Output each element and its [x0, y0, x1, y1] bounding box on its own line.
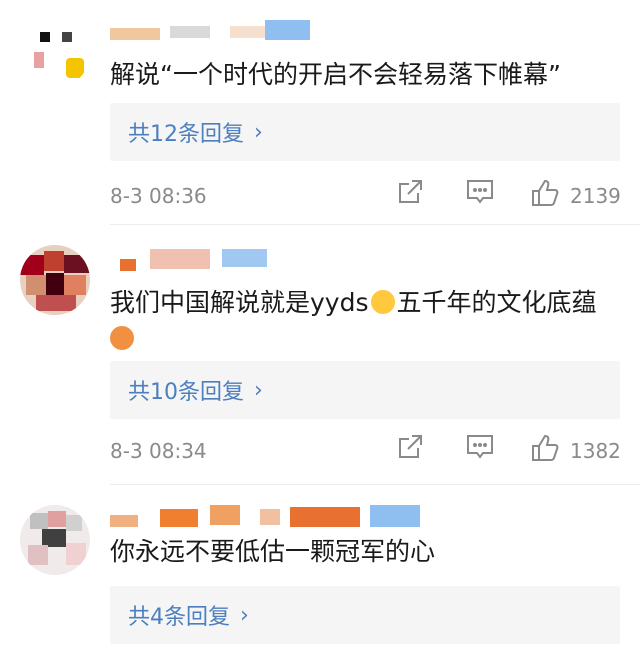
comment-text-part: 我们中国解说就是yyds [110, 288, 369, 317]
comment-meta: 8-3 08:34 1382 [110, 431, 621, 471]
share-icon[interactable] [396, 178, 424, 210]
view-replies-button[interactable]: 共10条回复 › [110, 361, 620, 419]
view-replies-button[interactable]: 共12条回复 › [110, 103, 620, 161]
chevron-right-icon: › [240, 602, 249, 628]
timestamp: 8-3 08:36 [110, 184, 207, 208]
comment-item: 你永远不要低估一颗冠军的心 共4条回复 › [0, 485, 640, 657]
comment-item: 解说“一个时代的开启不会轻易落下帷幕” 共12条回复 › 8-3 08:36 2… [0, 0, 640, 225]
laughing-face-emoji-icon [110, 326, 134, 350]
comment-meta: 8-3 08:36 2139 [110, 176, 621, 216]
chevron-right-icon: › [254, 119, 263, 145]
view-replies-button[interactable]: 共4条回复 › [110, 586, 620, 644]
username-blurred[interactable] [110, 20, 430, 48]
timestamp: 8-3 08:34 [110, 439, 207, 463]
comment-icon[interactable] [465, 433, 495, 465]
comment-item: 我们中国解说就是yyds 五千年的文化底蕴 共10条回复 › 8-3 08:34 … [0, 225, 640, 485]
replies-count-label: 共10条回复 [128, 380, 244, 405]
comment-text: 解说“一个时代的开启不会轻易落下帷幕” [110, 60, 561, 89]
like-count: 2139 [570, 184, 621, 208]
avatar[interactable] [20, 505, 90, 575]
chevron-right-icon: › [254, 377, 263, 403]
comment-text: 我们中国解说就是yyds 五千年的文化底蕴 [110, 285, 622, 357]
thumbs-up-icon[interactable] [530, 433, 560, 467]
crying-face-emoji-icon [370, 290, 395, 314]
comment-icon[interactable] [465, 178, 495, 210]
comment-text: 你永远不要低估一颗冠军的心 [110, 537, 436, 566]
replies-count-label: 共12条回复 [128, 122, 244, 147]
avatar[interactable] [20, 245, 90, 315]
like-count: 1382 [570, 439, 621, 463]
comment-text-part: 五千年的文化底蕴 [396, 288, 597, 317]
avatar[interactable] [20, 18, 90, 88]
share-icon[interactable] [396, 433, 424, 465]
thumbs-up-icon[interactable] [530, 178, 560, 212]
username-blurred[interactable] [110, 505, 430, 533]
username-blurred[interactable] [110, 247, 430, 275]
replies-count-label: 共4条回复 [128, 605, 230, 630]
